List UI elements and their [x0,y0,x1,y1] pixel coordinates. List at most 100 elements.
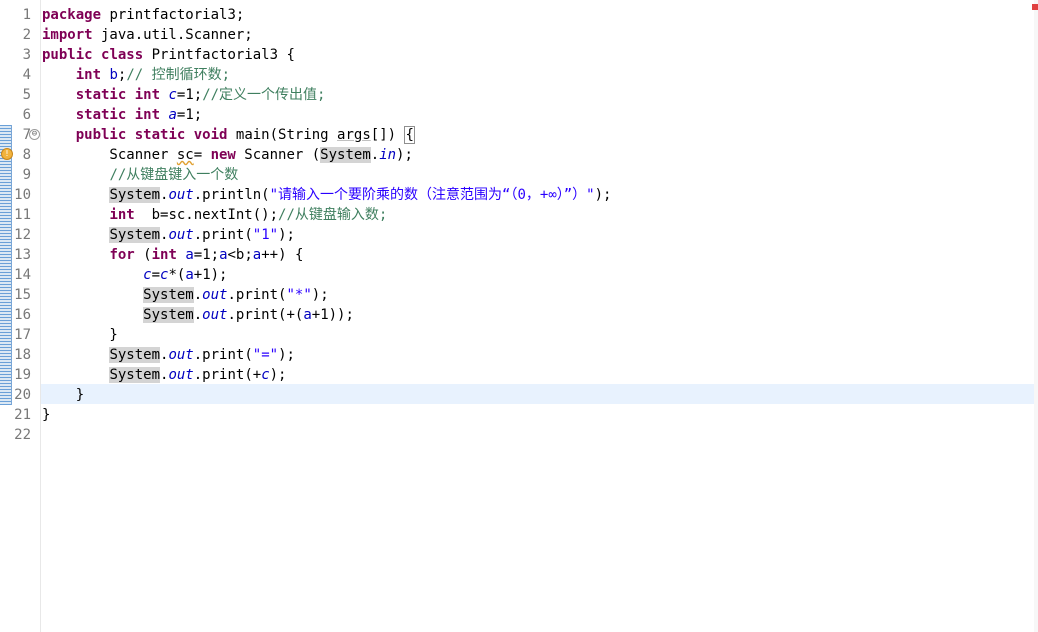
code-token: +1)); [311,307,354,323]
code-token: ); [396,147,413,163]
code-line[interactable]: //从键盘键入一个数 [42,165,238,185]
code-token: sc [176,147,194,163]
code-token: a [185,247,194,263]
code-token: []) [370,127,405,143]
code-token: "请输入一个要阶乘的数（注意范围为“（0，+∞）”）" [269,187,595,203]
code-token: class [101,47,144,63]
code-token: System [143,287,194,303]
current-line-highlight [41,384,1034,404]
code-line[interactable]: System.out.print(+c); [42,365,286,385]
code-token: new [210,147,236,163]
code-line[interactable]: public class Printfactorial3 { [42,45,295,65]
code-token: //从键盘键入一个数 [109,167,239,183]
code-line[interactable]: for (int a=1;a<b;a++) { [42,245,303,265]
code-line[interactable]: int b;// 控制循环数; [42,65,230,85]
fold-collapse-icon[interactable]: ⊖ [29,129,40,140]
line-number: 10 [14,187,31,203]
code-token: public [75,127,127,143]
code-line[interactable]: static int a=1; [42,105,202,125]
code-token: . [370,147,380,163]
code-token: "1" [252,227,279,243]
code-line[interactable]: public static void main(String args[]) { [42,125,415,145]
code-token: out [202,307,228,323]
code-token: args [337,127,371,143]
line-number: 21 [14,407,31,423]
code-line[interactable]: } [42,385,84,405]
overview-ruler[interactable] [1032,0,1038,632]
code-token: .println( [193,187,270,203]
code-token: <b; [227,247,253,263]
line-number: 12 [14,227,31,243]
line-number: 13 [14,247,31,263]
code-token: int [134,107,161,123]
code-token: b [109,67,118,83]
code-token: out [168,347,194,363]
code-line[interactable]: static int c=1;//定义一个传出值; [42,85,326,105]
code-token: } [42,387,85,403]
code-token: printfactorial3; [101,7,245,23]
code-token: static [75,107,127,123]
code-token: . [193,287,203,303]
line-number: 6 [22,107,31,123]
code-token: .print(+( [227,307,304,323]
code-token: for [109,247,135,263]
code-token: ); [278,347,295,363]
code-token: c [143,267,152,283]
code-token: a [219,247,228,263]
code-line[interactable]: Scanner sc= new Scanner (System.in); [42,145,413,165]
code-token: System [109,227,161,243]
line-number: 2 [22,27,31,43]
code-line[interactable]: int b=sc.nextInt();//从键盘输入数; [42,205,387,225]
code-line[interactable]: package printfactorial3; [42,5,244,25]
code-token: //定义一个传出值; [202,87,326,103]
code-token: // 控制循环数; [126,67,231,83]
line-number: 9 [22,167,31,183]
code-token: ); [278,227,295,243]
line-number: 20 [14,387,31,403]
code-token: =1; [193,247,220,263]
warning-icon[interactable]: ! [1,148,13,160]
code-token: c [261,367,270,383]
code-token: .print( [227,287,287,303]
line-number: 14 [14,267,31,283]
code-token: *( [168,267,186,283]
code-token: =1; [176,87,203,103]
code-line[interactable]: System.out.print("="); [42,345,295,365]
code-token: int [151,247,177,263]
code-token: +1); [193,267,228,283]
code-line[interactable]: System.out.print("1"); [42,225,295,245]
code-line[interactable]: import java.util.Scanner; [42,25,253,45]
line-number: 15 [14,287,31,303]
code-token: Scanner ( [235,147,321,163]
code-line[interactable]: } [42,405,50,425]
code-token: a [252,247,262,263]
code-line[interactable]: System.out.print(+(a+1)); [42,305,354,325]
code-line[interactable]: System.out.println("请输入一个要阶乘的数（注意范围为“（0，… [42,185,611,205]
code-line[interactable]: } [42,325,118,345]
code-token: } [42,327,118,343]
code-token: out [168,227,194,243]
code-line[interactable]: System.out.print("*"); [42,285,329,305]
error-marker-icon[interactable] [1032,4,1038,10]
code-token: System [320,147,371,163]
code-token: int [134,87,161,103]
code-token: Scanner [42,147,177,163]
line-number: 19 [14,367,31,383]
code-token: ); [594,187,612,203]
code-editor[interactable]: 1 2 3 4 5 6 7 8 9 10 11 12 13 14 15 16 17 18 19 20 21 22 ⊖ ! … [0,0,1038,632]
code-token: "=" [252,347,279,363]
code-token: System [109,367,161,383]
code-token: package [42,7,102,23]
code-line[interactable]: c=c*(a+1); [42,265,227,285]
line-number: 3 [22,47,31,63]
code-token: out [168,187,194,203]
